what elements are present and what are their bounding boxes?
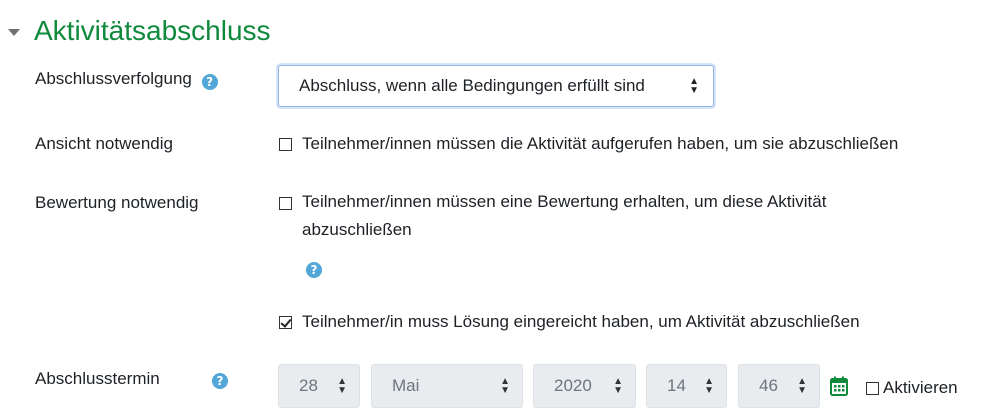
view-required-checkbox-label[interactable]: Teilnehmer/innen müssen die Aktivität au…: [302, 134, 898, 154]
select-arrows-icon: ▲ ▼: [613, 376, 623, 396]
grade-required-label-line1: Teilnehmer/innen müssen eine Bewertung e…: [302, 192, 827, 211]
select-arrows-icon: ▲ ▼: [689, 76, 699, 96]
calendar-icon[interactable]: [830, 376, 848, 396]
completion-tracking-label: Abschlussverfolgung: [35, 69, 192, 88]
enable-label[interactable]: Aktivieren: [883, 378, 958, 398]
hour-select[interactable]: 14 ▲ ▼: [646, 364, 727, 408]
select-arrows-icon: ▲ ▼: [500, 376, 510, 396]
minute-value: 46: [759, 376, 778, 395]
year-select[interactable]: 2020 ▲ ▼: [533, 364, 636, 408]
completion-tracking-select[interactable]: Abschluss, wenn alle Bedingungen erfüllt…: [278, 65, 714, 107]
view-required-label: Ansicht notwendig: [35, 134, 173, 153]
hour-value: 14: [667, 376, 686, 395]
section-header[interactable]: Aktivitätsabschluss: [8, 14, 271, 48]
completion-tracking-label-row: Abschlussverfolgung ?: [35, 69, 218, 90]
section-title: Aktivitätsabschluss: [34, 15, 271, 46]
expected-completion-help-icon[interactable]: ?: [212, 373, 228, 389]
grade-required-label-line2: abzuschließen: [302, 220, 412, 239]
select-arrows-icon: ▲ ▼: [337, 376, 347, 396]
month-value: Mai: [392, 376, 420, 395]
submit-required-row: Teilnehmer/in muss Lösung eingereicht ha…: [279, 312, 860, 332]
view-required-row: Teilnehmer/innen müssen die Aktivität au…: [279, 134, 898, 154]
grade-required-checkbox-label[interactable]: Teilnehmer/innen müssen eine Bewertung e…: [302, 188, 826, 244]
day-select[interactable]: 28 ▲ ▼: [278, 364, 360, 408]
grade-required-row: Teilnehmer/innen müssen eine Bewertung e…: [279, 192, 826, 244]
completion-tracking-value: Abschluss, wenn alle Bedingungen erfüllt…: [299, 76, 645, 95]
day-value: 28: [299, 376, 318, 395]
submit-required-checkbox-label[interactable]: Teilnehmer/in muss Lösung eingereicht ha…: [302, 312, 860, 332]
grade-required-label: Bewertung notwendig: [35, 193, 199, 212]
select-arrows-icon: ▲ ▼: [704, 376, 714, 396]
select-arrows-icon: ▲ ▼: [797, 376, 807, 396]
enable-checkbox[interactable]: [866, 382, 879, 395]
grade-required-checkbox[interactable]: [279, 197, 292, 210]
question-circle-icon[interactable]: ?: [201, 74, 218, 90]
minute-select[interactable]: 46 ▲ ▼: [738, 364, 820, 408]
view-required-checkbox[interactable]: [279, 138, 292, 151]
year-value: 2020: [554, 376, 592, 395]
submit-required-checkbox[interactable]: [279, 316, 292, 329]
expected-completion-label: Abschlusstermin: [35, 369, 160, 388]
month-select[interactable]: Mai ▲ ▼: [371, 364, 523, 408]
grade-help-icon[interactable]: ?: [306, 262, 322, 278]
enable-row: Aktivieren: [866, 378, 958, 398]
collapse-caret-icon[interactable]: [8, 28, 20, 36]
